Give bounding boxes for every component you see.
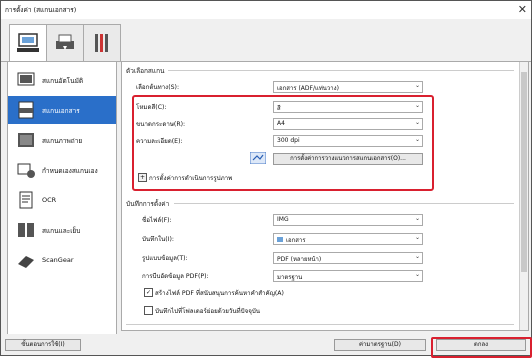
sidebar: สแกนอัตโนมัติ สแกนเอกสาร สแกนภาพถ่าย กำห…	[7, 61, 117, 337]
sidebar-item-label: สแกนอัตโนมัติ	[42, 77, 84, 85]
ocr-icon	[19, 191, 33, 209]
sidebar-item-document-scan[interactable]: สแกนเอกสาร	[8, 96, 116, 124]
sidebar-item-label: กำหนดเองสแกนเอง	[42, 167, 98, 175]
image-processing-label[interactable]: การตั้งค่าการดำเนินการรูปภาพ	[149, 173, 232, 183]
tab-scan-from-operation-panel[interactable]	[46, 24, 84, 62]
scangear-icon	[18, 256, 34, 268]
driver-settings-icon	[250, 152, 266, 164]
tab-bar	[1, 19, 531, 63]
document-orientation-settings-button[interactable]: การตั้งค่าการวางแนวการสแกนเอกสาร(O)...	[273, 153, 423, 165]
compression-label: การบีบอัดข้อมูล PDF(P):	[142, 273, 209, 280]
scanner-panel-icon	[56, 34, 74, 50]
sidebar-item-label: สแกนภาพถ่าย	[42, 137, 83, 145]
scan-options-heading: ตัวเลือกสแกน	[126, 67, 165, 75]
chevron-down-icon: ⌄	[414, 271, 420, 278]
compression-select[interactable]: มาตรฐาน ⌄	[273, 270, 423, 282]
instructions-button[interactable]: ขั้นตอนการใช้(I)	[5, 339, 81, 351]
subfolder-date-label: บันทึกไปที่โฟลเดอร์ย่อยด้วยวันที่ปัจจุบั…	[155, 308, 260, 315]
scrollbar[interactable]	[519, 62, 528, 330]
filename-select[interactable]: IMG ⌄	[273, 214, 423, 226]
sidebar-item-ocr[interactable]: OCR	[8, 186, 116, 214]
computer-scan-icon	[17, 33, 39, 52]
source-label: เลือกต้นทาง(S):	[136, 84, 180, 91]
save-settings-heading: บันทึกการตั้งค่า	[126, 200, 170, 208]
close-icon[interactable]: ✕	[518, 3, 527, 16]
chevron-down-icon: ⌄	[414, 119, 420, 126]
tab-scan-from-computer[interactable]	[9, 24, 47, 63]
save-in-select[interactable]: เอกสาร ⌄	[273, 233, 423, 245]
custom-scan-icon	[17, 163, 35, 178]
chevron-down-icon: ⌄	[414, 234, 420, 241]
sidebar-item-auto-scan[interactable]: สแกนอัตโนมัติ	[8, 66, 116, 94]
auto-scan-icon	[17, 72, 35, 86]
sidebar-item-label: สแกนเอกสาร	[42, 107, 80, 115]
chevron-down-icon: ⌄	[414, 82, 420, 89]
filename-label: ชื่อไฟล์(F):	[142, 217, 172, 224]
paper-size-label: ขนาดกระดาษ(R):	[136, 121, 186, 128]
chevron-down-icon: ⌄	[414, 102, 420, 109]
stitch-icon	[18, 223, 34, 237]
divider	[168, 70, 514, 71]
defaults-button[interactable]: ค่ามาตรฐาน(D)	[334, 339, 426, 351]
tools-icon	[95, 34, 108, 52]
photo-icon	[18, 133, 34, 147]
searchable-pdf-label: สร้างไฟล์ PDF ที่สนับสนุนการค้นหาคำสำคัญ…	[155, 290, 284, 297]
chevron-down-icon: ⌄	[414, 215, 420, 222]
source-select[interactable]: เอกสาร (ADF/แท่นวาง) ⌄	[273, 81, 423, 93]
sidebar-item-photo-scan[interactable]: สแกนภาพถ่าย	[8, 126, 116, 154]
tab-general-settings[interactable]	[83, 24, 121, 62]
format-label: รูปแบบข้อมูล(T):	[142, 255, 188, 262]
window-title: การตั้งค่า (สแกนเอกสาร)	[5, 6, 77, 14]
sidebar-item-label: ScanGear	[42, 256, 74, 264]
divider	[174, 203, 514, 204]
sidebar-item-label: OCR	[42, 196, 57, 204]
divider	[126, 324, 514, 325]
save-in-label: บันทึกใน(I):	[142, 236, 174, 243]
ok-highlight-box	[431, 337, 532, 358]
folder-icon	[277, 237, 283, 242]
resolution-select[interactable]: 300 dpi ⌄	[273, 135, 423, 147]
searchable-pdf-checkbox[interactable]: ✓	[144, 288, 153, 297]
pdf-document-icon	[18, 101, 34, 119]
scroll-thumb[interactable]	[521, 72, 527, 272]
settings-panel: ตัวเลือกสแกน เลือกต้นทาง(S): เอกสาร (ADF…	[121, 61, 529, 331]
color-mode-select[interactable]: สี ⌄	[273, 101, 423, 113]
sidebar-item-custom-scan[interactable]: กำหนดเองสแกนเอง	[8, 156, 116, 184]
expand-icon[interactable]: +	[138, 173, 147, 182]
sidebar-item-label: สแกนและเย็บ	[42, 227, 81, 235]
chevron-down-icon: ⌄	[414, 253, 420, 260]
settings-dialog: การตั้งค่า (สแกนเอกสาร) ✕ สแกนอัตโนมัติ …	[0, 0, 532, 358]
format-select[interactable]: PDF (หลายหน้า) ⌄	[273, 252, 423, 264]
color-mode-label: โหมดสี(C):	[136, 104, 167, 111]
subfolder-date-checkbox[interactable]	[144, 306, 153, 315]
sidebar-item-scangear[interactable]: ScanGear	[8, 246, 116, 274]
resolution-label: ความละเอียด(E):	[136, 138, 183, 145]
paper-size-select[interactable]: A4 ⌄	[273, 118, 423, 130]
title-bar: การตั้งค่า (สแกนเอกสาร) ✕	[1, 1, 531, 20]
chevron-down-icon: ⌄	[414, 136, 420, 143]
sidebar-item-stitch-scan[interactable]: สแกนและเย็บ	[8, 216, 116, 244]
